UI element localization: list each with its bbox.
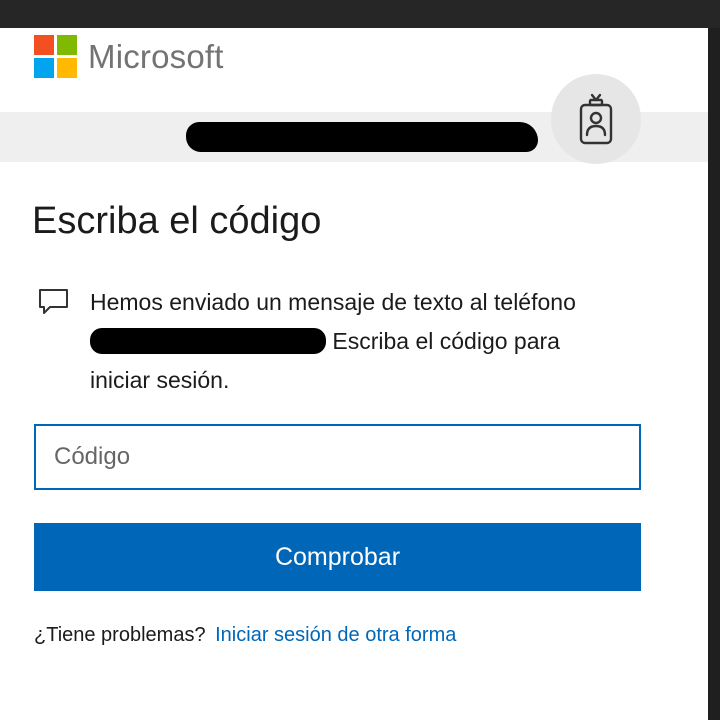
logo-square-red: [34, 35, 54, 55]
window-top-bar: [0, 0, 720, 28]
page-title: Escriba el código: [32, 200, 322, 242]
logo-square-green: [57, 35, 77, 55]
message-line-start: Hemos enviado un mensaje de texto al tel…: [90, 289, 576, 315]
account-identifier-redacted: [186, 122, 538, 152]
microsoft-logo-icon: [34, 35, 77, 78]
verify-button[interactable]: Comprobar: [34, 523, 641, 591]
chat-bubble-icon: [39, 289, 68, 314]
account-badge: [551, 74, 641, 164]
phone-number-redacted: [90, 328, 326, 354]
other-sign-in-link[interactable]: Iniciar sesión de otra forma: [215, 624, 456, 646]
microsoft-wordmark: Microsoft: [88, 37, 224, 75]
code-input[interactable]: [34, 424, 641, 490]
help-prefix: ¿Tiene problemas?: [34, 624, 206, 646]
id-badge-icon: [579, 93, 613, 145]
microsoft-logo: Microsoft: [34, 35, 224, 78]
window-edge: [708, 28, 720, 720]
help-text: ¿Tiene problemas? Iniciar sesión de otra…: [34, 624, 456, 647]
logo-square-yellow: [57, 58, 77, 78]
sms-message-text: Hemos enviado un mensaje de texto al tel…: [90, 283, 610, 400]
logo-square-blue: [34, 58, 54, 78]
